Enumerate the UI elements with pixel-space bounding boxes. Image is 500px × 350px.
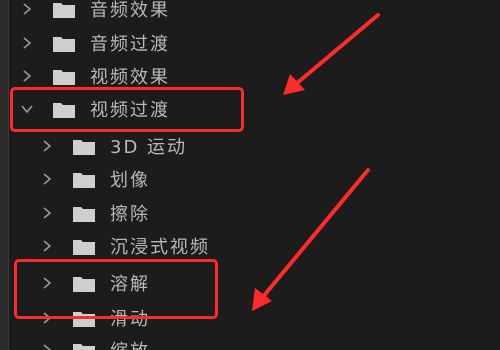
folder-icon — [73, 206, 95, 222]
chevron-right-icon[interactable] — [20, 36, 34, 50]
chevron-right-icon[interactable] — [20, 2, 34, 16]
folder-icon — [53, 2, 75, 18]
chevron-right-icon[interactable] — [40, 172, 54, 186]
folder-icon — [53, 102, 75, 118]
folder-icon — [73, 139, 95, 155]
folder-icon — [73, 311, 95, 327]
effects-panel: 音频效果 音频过渡 视频效果 视频过渡 3D 运动 划像 擦除 沉浸式视频 溶解… — [0, 0, 500, 350]
tree-item-video-effects[interactable]: 视频效果 — [0, 61, 500, 91]
tree-item-label: 沉浸式视频 — [110, 237, 210, 258]
chevron-right-icon[interactable] — [40, 139, 54, 153]
tree-item-slide[interactable]: 滑动 — [0, 303, 500, 333]
tree-item-audio-effects[interactable]: 音频效果 — [0, 0, 500, 24]
tree-item-label: 视频过渡 — [90, 100, 170, 121]
tree-item-label: 音频过渡 — [90, 34, 170, 55]
tree-item-audio-transitions[interactable]: 音频过渡 — [0, 28, 500, 58]
chevron-right-icon[interactable] — [20, 69, 34, 83]
tree-item-dissolve[interactable]: 溶解 — [0, 268, 500, 298]
tree-item-label: 视频效果 — [90, 67, 170, 88]
tree-item-3d-motion[interactable]: 3D 运动 — [0, 131, 500, 161]
tree-item-label: 溶解 — [110, 274, 150, 295]
folder-icon — [73, 276, 95, 292]
tree-item-label: 滑动 — [110, 309, 150, 330]
tree-item-wipe[interactable]: 擦除 — [0, 198, 500, 228]
tree-item-label: 划像 — [110, 170, 150, 191]
chevron-right-icon[interactable] — [40, 206, 54, 220]
folder-icon — [73, 239, 95, 255]
tree-item-label: 缩放 — [110, 337, 150, 350]
folder-icon — [73, 172, 95, 188]
tree-item-iris[interactable]: 划像 — [0, 164, 500, 194]
chevron-right-icon[interactable] — [40, 311, 54, 325]
chevron-right-icon[interactable] — [40, 239, 54, 253]
tree-item-label: 擦除 — [110, 204, 150, 225]
folder-icon — [73, 343, 95, 350]
tree-item-zoom[interactable]: 缩放 — [0, 335, 500, 350]
tree-item-label: 3D 运动 — [110, 137, 188, 158]
tree-item-immersive-video[interactable]: 沉浸式视频 — [0, 231, 500, 261]
folder-icon — [53, 36, 75, 52]
chevron-right-icon[interactable] — [40, 276, 54, 290]
tree-item-video-transitions[interactable]: 视频过渡 — [0, 94, 500, 124]
chevron-down-icon[interactable] — [20, 102, 34, 116]
tree-item-label: 音频效果 — [90, 0, 170, 21]
folder-icon — [53, 69, 75, 85]
chevron-right-icon[interactable] — [40, 343, 54, 350]
